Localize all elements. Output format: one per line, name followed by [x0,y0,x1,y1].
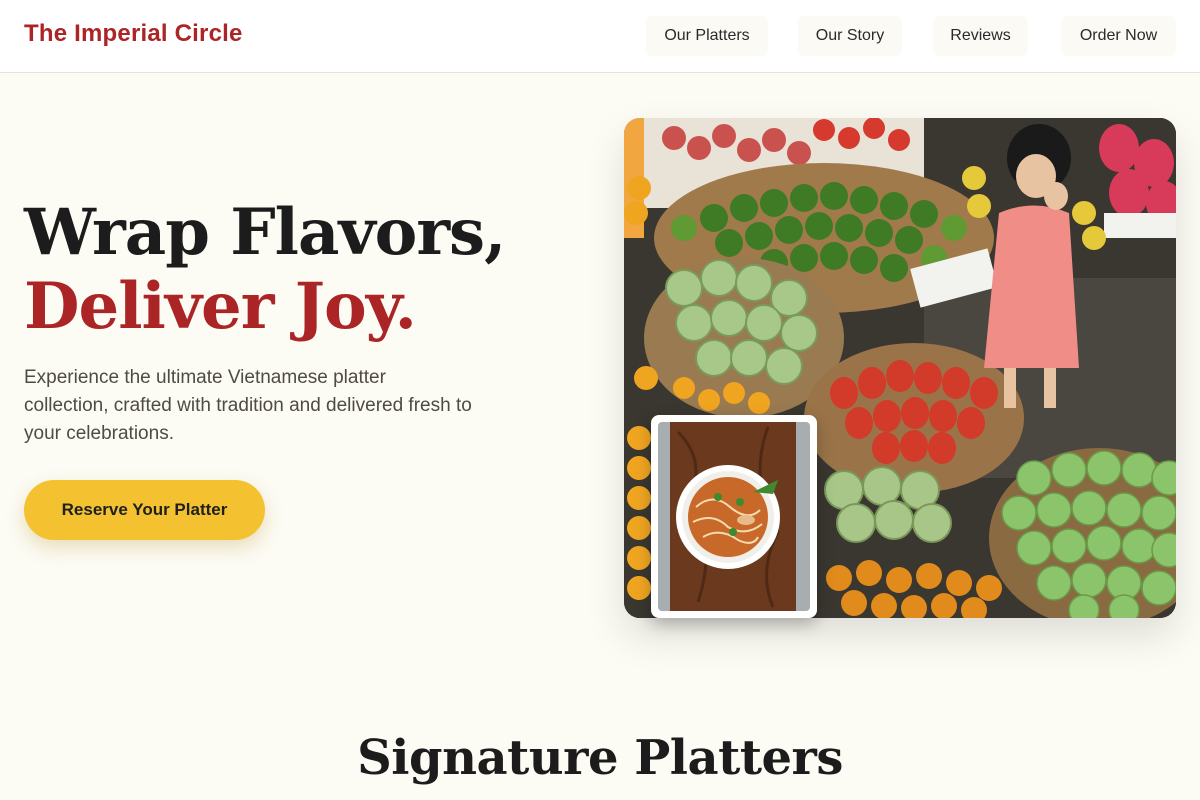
hero-subtitle: Experience the ultimate Vietnamese platt… [24,367,472,444]
brand-logo[interactable]: The Imperial Circle [24,20,243,48]
pho-bowl-image [651,415,817,618]
site-header: The Imperial Circle Our Platters Our Sto… [0,0,1200,73]
main-nav: Our Platters Our Story Reviews Order Now [646,16,1176,56]
signature-platters-heading: Signature Platters [357,730,843,786]
nav-item-our-story[interactable]: Our Story [798,16,902,56]
reserve-platter-button[interactable]: Reserve Your Platter [24,480,265,540]
nav-item-our-platters[interactable]: Our Platters [646,16,768,56]
hero-title-line2: Deliver Joy. [24,269,417,344]
hero-title-line1: Wrap Flavors, [24,195,506,270]
nav-item-reviews[interactable]: Reviews [933,16,1028,56]
nav-item-order-now[interactable]: Order Now [1061,16,1176,56]
hero-title: Wrap Flavors, Deliver Joy. [24,195,506,344]
